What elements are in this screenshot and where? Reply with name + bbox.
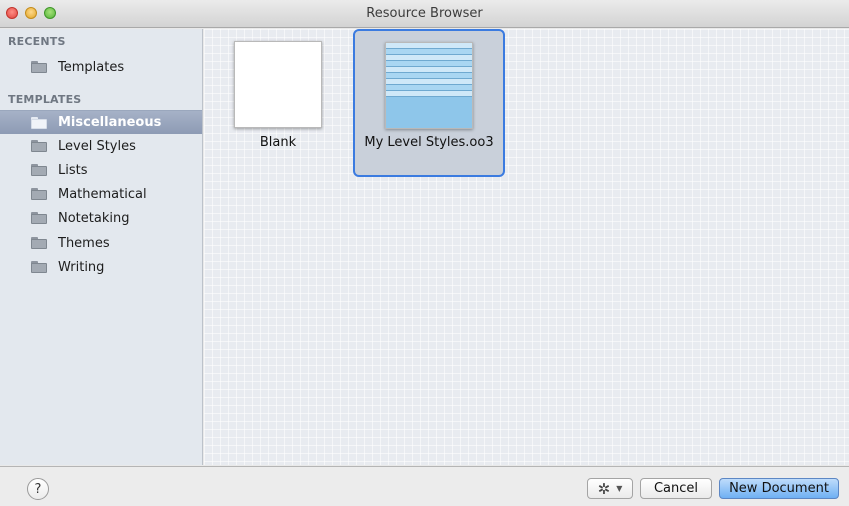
sidebar-item-recent-templates[interactable]: Templates bbox=[0, 55, 202, 79]
sidebar-item-label: Level Styles bbox=[58, 138, 136, 154]
template-tile-my-level-styles[interactable]: My Level Styles.oo3 bbox=[353, 29, 505, 177]
sidebar: RECENTS Templates TEMPLATES Miscellaneou… bbox=[0, 29, 203, 465]
folder-icon bbox=[31, 140, 47, 152]
folder-icon bbox=[31, 164, 47, 176]
window-title: Resource Browser bbox=[366, 6, 483, 21]
folder-icon bbox=[31, 212, 47, 224]
sidebar-item-level-styles[interactable]: Level Styles bbox=[0, 134, 202, 158]
sidebar-item-mathematical[interactable]: Mathematical bbox=[0, 182, 202, 206]
template-tile-label: My Level Styles.oo3 bbox=[364, 135, 494, 150]
action-menu-button[interactable]: ✲ ▼ bbox=[587, 478, 633, 499]
sidebar-item-label: Writing bbox=[58, 259, 105, 275]
templates-header: TEMPLATES bbox=[8, 93, 82, 106]
sidebar-item-themes[interactable]: Themes bbox=[0, 231, 202, 255]
sidebar-item-lists[interactable]: Lists bbox=[0, 158, 202, 182]
sidebar-item-notetaking[interactable]: Notetaking bbox=[0, 206, 202, 230]
template-grid: Blank My Level Styles.oo3 bbox=[204, 29, 849, 465]
folder-icon bbox=[31, 261, 47, 273]
recents-header: RECENTS bbox=[8, 35, 66, 48]
folder-icon bbox=[31, 237, 47, 249]
minimize-window-button[interactable] bbox=[25, 7, 37, 19]
sidebar-item-label: Themes bbox=[58, 235, 110, 251]
chevron-down-icon: ▼ bbox=[616, 484, 623, 493]
window-controls bbox=[6, 7, 56, 19]
sidebar-item-label: Mathematical bbox=[58, 186, 147, 202]
template-tile-blank[interactable]: Blank bbox=[226, 35, 330, 165]
bottom-bar: ? ✲ ▼ Cancel New Document bbox=[0, 466, 849, 506]
close-window-button[interactable] bbox=[6, 7, 18, 19]
folder-icon bbox=[31, 116, 47, 129]
new-document-button[interactable]: New Document bbox=[719, 478, 839, 499]
help-button[interactable]: ? bbox=[27, 478, 49, 500]
sidebar-item-writing[interactable]: Writing bbox=[0, 255, 202, 279]
title-bar: Resource Browser bbox=[0, 0, 849, 28]
folder-icon bbox=[31, 61, 47, 73]
sidebar-item-label: Templates bbox=[58, 59, 125, 75]
level-styles-thumbnail bbox=[385, 42, 473, 129]
template-tile-label: Blank bbox=[259, 135, 297, 150]
sidebar-item-miscellaneous[interactable]: Miscellaneous bbox=[0, 110, 202, 134]
zoom-window-button[interactable] bbox=[44, 7, 56, 19]
gear-icon: ✲ bbox=[597, 479, 611, 498]
document-preview bbox=[386, 43, 472, 128]
sidebar-item-label: Miscellaneous bbox=[58, 115, 162, 130]
blank-thumbnail bbox=[234, 41, 322, 128]
folder-icon bbox=[31, 188, 47, 200]
sidebar-item-label: Notetaking bbox=[58, 210, 130, 226]
sidebar-item-label: Lists bbox=[58, 162, 88, 178]
cancel-button[interactable]: Cancel bbox=[640, 478, 712, 499]
